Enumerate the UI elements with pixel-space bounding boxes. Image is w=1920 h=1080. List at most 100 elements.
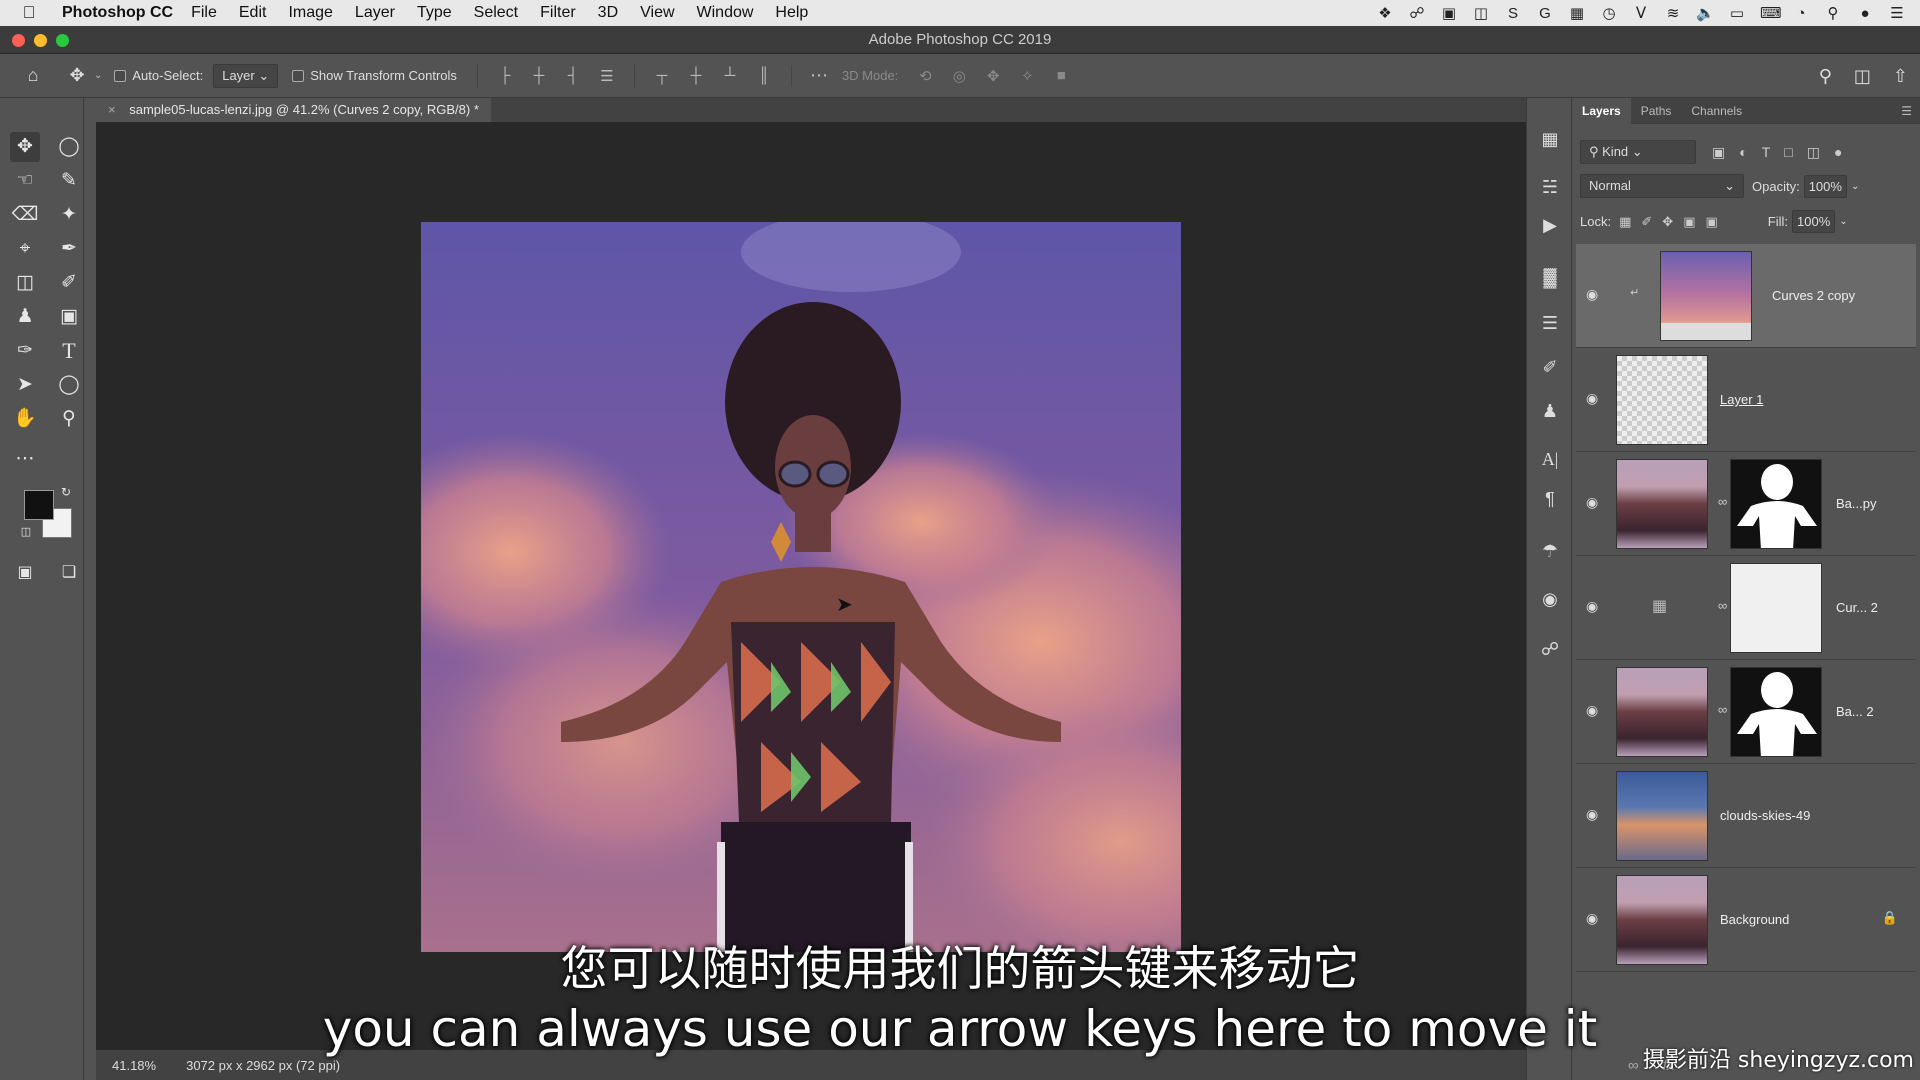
- layer-row[interactable]: ◉ Layer 1: [1576, 348, 1916, 452]
- filter-shape-icon[interactable]: □: [1784, 144, 1792, 161]
- lock-artboard-icon[interactable]: ▣: [1683, 214, 1695, 230]
- notification-center-icon[interactable]: ☰: [1888, 4, 1906, 22]
- lock-image-icon[interactable]: ✐: [1641, 214, 1652, 230]
- menu-file[interactable]: File: [191, 4, 217, 22]
- layer-mask-thumbnail[interactable]: [1730, 563, 1822, 653]
- filter-adjustment-icon[interactable]: ◐: [1739, 144, 1747, 161]
- workspace-icon[interactable]: ◫: [1854, 66, 1871, 87]
- libraries-panel-icon[interactable]: ☍: [1535, 634, 1565, 664]
- minimize-window-icon[interactable]: [34, 34, 47, 47]
- ellipse-tool-icon[interactable]: ◯: [54, 370, 84, 400]
- more-options-icon[interactable]: ⋯: [802, 65, 836, 86]
- keyboard-icon[interactable]: ⌨: [1760, 4, 1782, 22]
- grid-app-icon[interactable]: ▦: [1568, 4, 1586, 22]
- blend-mode-dropdown[interactable]: Normal ⌄: [1580, 174, 1744, 198]
- visibility-eye-icon[interactable]: ◉: [1586, 598, 1598, 615]
- layer-name[interactable]: Ba...py: [1836, 496, 1876, 511]
- default-colors-icon[interactable]: ◫: [16, 522, 36, 542]
- layer-name[interactable]: Background: [1720, 912, 1789, 927]
- brush-tool-icon[interactable]: ✐: [54, 268, 84, 298]
- marquee-tool-icon[interactable]: ◯: [54, 132, 84, 162]
- layer-name[interactable]: Ba... 2: [1836, 704, 1874, 719]
- menu-help[interactable]: Help: [775, 4, 808, 22]
- menu-window[interactable]: Window: [697, 4, 754, 22]
- 3d-orbit-icon[interactable]: ⟲: [908, 67, 942, 85]
- menu-select[interactable]: Select: [474, 4, 518, 22]
- volume-icon[interactable]: 🔈: [1696, 4, 1715, 22]
- hand-tool-icon[interactable]: ✋: [10, 404, 40, 434]
- layer-thumbnail[interactable]: [1616, 667, 1708, 757]
- opacity-input[interactable]: 100%: [1803, 174, 1847, 198]
- path-select-tool-icon[interactable]: ➤: [10, 370, 40, 400]
- align-left-icon[interactable]: ├: [488, 67, 522, 84]
- move-tool-icon[interactable]: ✥: [10, 132, 40, 162]
- time-machine-icon[interactable]: ◷: [1600, 4, 1618, 22]
- siri-icon[interactable]: ●: [1856, 5, 1874, 22]
- apple-icon[interactable]: : [12, 3, 46, 23]
- menu-view[interactable]: View: [640, 4, 674, 22]
- magic-wand-tool-icon[interactable]: ✦: [54, 200, 84, 230]
- healing-brush-tool-icon[interactable]: ◫: [10, 268, 40, 298]
- visibility-eye-icon[interactable]: ◉: [1586, 286, 1598, 303]
- share-icon[interactable]: ⇧: [1893, 66, 1908, 87]
- layer-thumbnail[interactable]: [1616, 459, 1708, 549]
- lasso-tool-icon[interactable]: ☜: [10, 166, 40, 196]
- filter-type-icon[interactable]: T: [1762, 144, 1771, 161]
- brush-settings-icon[interactable]: ✐: [1535, 352, 1565, 382]
- move-tool-preset-icon[interactable]: ✥: [60, 65, 94, 86]
- quick-mask-icon[interactable]: ▣: [10, 558, 40, 588]
- close-window-icon[interactable]: [12, 34, 25, 47]
- mask-link-icon[interactable]: ∞: [1718, 702, 1727, 717]
- eraser-tool-icon[interactable]: ⌫: [10, 200, 40, 230]
- 3d-panel-icon[interactable]: ◉: [1535, 584, 1565, 614]
- zoom-window-icon[interactable]: [56, 34, 69, 47]
- layer-row[interactable]: ◉ ▦ ∞ Cur... 2: [1576, 556, 1916, 660]
- pen-tool-icon[interactable]: ✑: [10, 336, 40, 366]
- layer-thumbnail[interactable]: [1616, 771, 1708, 861]
- visibility-eye-icon[interactable]: ◉: [1586, 806, 1598, 823]
- menu-app-name[interactable]: Photoshop CC: [62, 4, 173, 22]
- 3d-roll-icon[interactable]: ◎: [942, 67, 976, 85]
- show-transform-checkbox[interactable]: Show Transform Controls: [292, 68, 457, 83]
- fill-chevron-icon[interactable]: ⌄: [1839, 216, 1847, 227]
- layer-name[interactable]: Layer 1: [1720, 392, 1763, 407]
- lock-position-icon[interactable]: ✥: [1662, 214, 1673, 230]
- distribute-v-icon[interactable]: ║: [747, 67, 781, 84]
- lock-icon[interactable]: 🔒: [1882, 910, 1898, 926]
- layer-name[interactable]: Curves 2 copy: [1772, 288, 1855, 303]
- align-center-h-icon[interactable]: ┼: [522, 67, 556, 84]
- clone-source-icon[interactable]: ♟: [1535, 396, 1565, 426]
- close-tab-icon[interactable]: ×: [108, 102, 116, 117]
- character-panel-icon[interactable]: A|: [1535, 444, 1565, 474]
- distribute-h-icon[interactable]: ☰: [590, 67, 624, 85]
- align-top-icon[interactable]: ┬: [645, 67, 679, 84]
- crop-tool-icon[interactable]: ⌖: [10, 234, 40, 264]
- visibility-eye-icon[interactable]: ◉: [1586, 910, 1598, 927]
- chevron-down-icon[interactable]: ⌄: [94, 70, 102, 81]
- spotlight-search-icon[interactable]: ⚲: [1824, 4, 1842, 22]
- creative-cloud-icon[interactable]: ☍: [1408, 4, 1426, 22]
- link-layers-icon[interactable]: ∞: [1628, 1057, 1639, 1074]
- search-icon[interactable]: ⚲: [1819, 66, 1832, 87]
- filter-pixel-icon[interactable]: ▣: [1712, 144, 1725, 161]
- history-panel-icon[interactable]: ☵: [1535, 172, 1565, 202]
- zoom-tool-icon[interactable]: ⚲: [54, 404, 84, 434]
- show-transform-box[interactable]: [292, 69, 305, 82]
- auto-select-checkbox[interactable]: Auto-Select:: [114, 68, 203, 83]
- document-image[interactable]: [421, 222, 1181, 952]
- airplay-icon[interactable]: ▭: [1728, 4, 1746, 22]
- layer-mask-thumbnail[interactable]: [1730, 459, 1822, 549]
- auto-select-box[interactable]: [114, 69, 127, 82]
- swatches-panel-icon[interactable]: ▦: [1535, 124, 1565, 154]
- auto-select-dropdown[interactable]: Layer ⌄: [213, 63, 279, 88]
- visibility-eye-icon[interactable]: ◉: [1586, 702, 1598, 719]
- filter-smart-object-icon[interactable]: ◫: [1807, 144, 1820, 161]
- foreground-color-swatch[interactable]: [24, 490, 54, 520]
- menu-3d[interactable]: 3D: [598, 4, 618, 22]
- menu-image[interactable]: Image: [288, 4, 332, 22]
- quick-select-tool-icon[interactable]: ✎: [54, 166, 84, 196]
- 3d-pan-icon[interactable]: ✥: [976, 67, 1010, 85]
- curves-adjustment-icon[interactable]: ▦: [1652, 596, 1667, 616]
- layer-name[interactable]: Cur... 2: [1836, 600, 1878, 615]
- screen-record-icon[interactable]: ▣: [1440, 4, 1458, 22]
